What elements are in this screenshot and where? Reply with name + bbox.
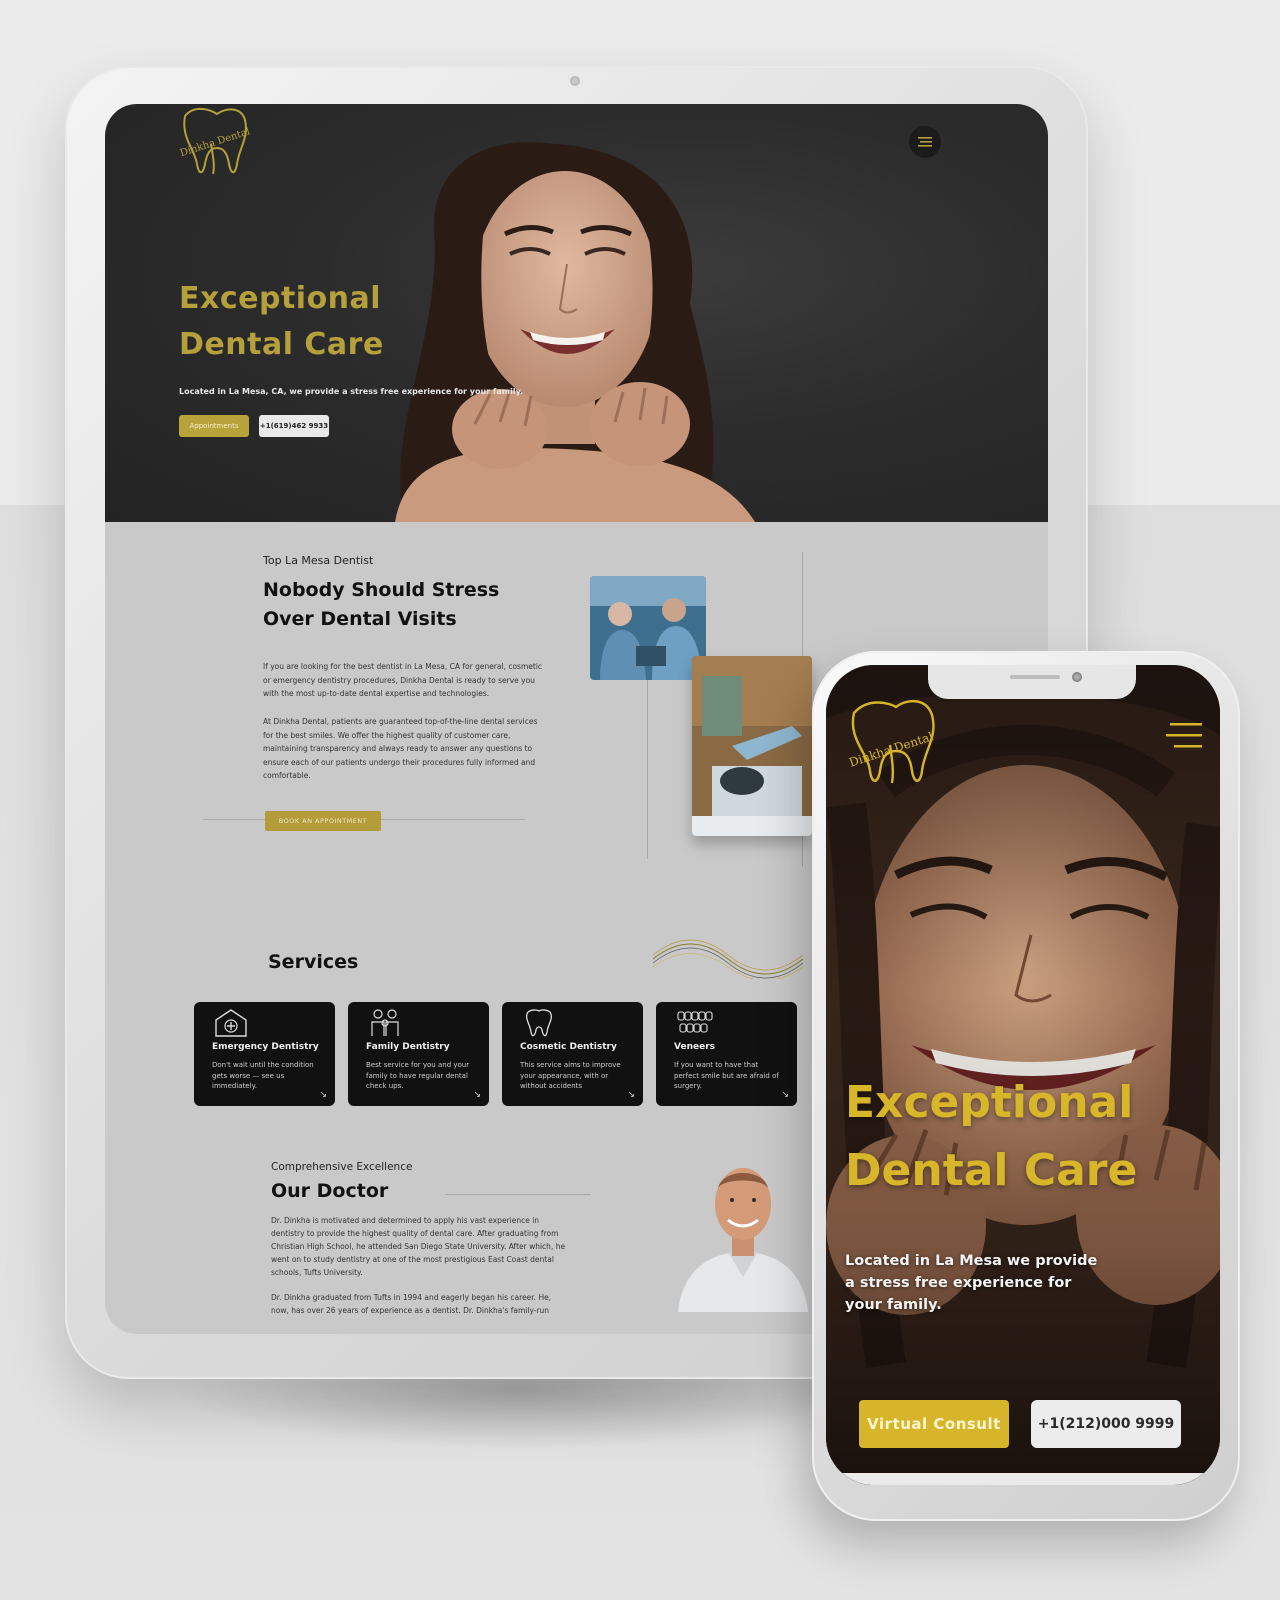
- tablet-logo[interactable]: Dinkha Dental: [173, 104, 253, 184]
- arrow-icon: ↘: [473, 1090, 481, 1100]
- arrow-icon: ↘: [627, 1090, 635, 1100]
- service-card-title: Emergency Dentistry: [212, 1042, 319, 1052]
- hero-title-line2: Dental Care: [179, 327, 384, 362]
- tablet-camera: [570, 76, 580, 86]
- about-title-line1: Nobody Should Stress: [263, 579, 500, 601]
- phone-number-button[interactable]: +1(619)462 9933: [259, 415, 329, 437]
- phone-bottom-bar: [826, 1473, 1220, 1485]
- tooth-logo-icon: Dinkha Dental: [179, 108, 252, 175]
- doctor-portrait: [678, 1168, 808, 1312]
- phone-notch: [928, 665, 1136, 699]
- about-paragraph-1: If you are looking for the best dentist …: [263, 662, 543, 698]
- about-paragraph-2: At Dinkha Dental, patients are guarantee…: [263, 717, 538, 780]
- tablet-hero-subtitle: Located in La Mesa, CA, we provide a str…: [179, 387, 524, 396]
- decor-vertical-line: [647, 674, 648, 859]
- about-title-line2: Over Dental Visits: [263, 608, 457, 630]
- tablet-menu-button[interactable]: [909, 126, 941, 158]
- service-card-cosmetic[interactable]: Cosmetic Dentistry This service aims to …: [502, 1002, 643, 1106]
- appointments-button[interactable]: Appointments: [179, 415, 249, 437]
- doctor-title: Our Doctor: [271, 1180, 389, 1202]
- tooth-icon: [525, 1009, 553, 1037]
- hero-title-line1: Exceptional: [179, 281, 382, 316]
- doctor-paragraph-1: Dr. Dinkha is motivated and determined t…: [271, 1216, 566, 1277]
- phone-hero-title: Exceptional Dental Care: [845, 1069, 1215, 1205]
- phone-screen: Dinkha Dental Exceptional Dental Care Lo…: [826, 665, 1220, 1485]
- services-title: Services: [268, 951, 359, 973]
- service-card-title: Cosmetic Dentistry: [520, 1042, 617, 1052]
- arrow-icon: ↘: [781, 1090, 789, 1100]
- phone-title-line1: Exceptional: [845, 1077, 1134, 1128]
- about-title: Nobody Should Stress Over Dental Visits: [263, 576, 543, 634]
- front-camera: [1072, 672, 1082, 682]
- service-card-desc: If you want to have that perfect smile b…: [674, 1061, 779, 1090]
- family-icon: [371, 1009, 399, 1036]
- phone-hero-subtitle: Located in La Mesa we provide a stress f…: [845, 1253, 1098, 1313]
- doctor-kicker: Comprehensive Excellence: [271, 1161, 413, 1173]
- service-card-emergency[interactable]: Emergency Dentistry Don't wait until the…: [194, 1002, 335, 1106]
- veneers-icon: [677, 1011, 713, 1033]
- book-appointment-button[interactable]: BOOK AN APPOINTMENT: [265, 811, 381, 831]
- service-card-desc: Don't wait until the condition gets wors…: [212, 1061, 314, 1090]
- hospital-icon: [215, 1009, 247, 1037]
- phone-call-button[interactable]: +1(212)000 9999: [1031, 1400, 1181, 1448]
- hamburger-icon: [918, 137, 932, 147]
- service-card-desc: This service aims to improve your appear…: [520, 1061, 621, 1090]
- about-kicker: Top La Mesa Dentist: [263, 554, 374, 567]
- virtual-consult-button[interactable]: Virtual Consult: [859, 1400, 1009, 1448]
- divider-line: [445, 1194, 591, 1195]
- service-card-desc: Best service for you and your family to …: [366, 1061, 470, 1090]
- tablet-hero: Dinkha Dental Exceptional Dental Care Lo…: [105, 104, 1048, 522]
- doctor-paragraph-2: Dr. Dinkha graduated from Tufts in 1994 …: [271, 1293, 552, 1315]
- hamburger-icon[interactable]: [1166, 723, 1202, 749]
- tablet-hero-title: Exceptional Dental Care: [179, 276, 499, 368]
- phone-device: Dinkha Dental Exceptional Dental Care Lo…: [812, 651, 1240, 1521]
- phone-title-line2: Dental Care: [845, 1145, 1138, 1196]
- service-card-family[interactable]: Family Dentistry Best service for you an…: [348, 1002, 489, 1106]
- service-card-veneers[interactable]: Veneers If you want to have that perfect…: [656, 1002, 797, 1106]
- service-card-title: Veneers: [674, 1042, 715, 1052]
- decor-wave: [653, 939, 803, 979]
- service-card-title: Family Dentistry: [366, 1042, 450, 1052]
- speaker-grille: [1010, 675, 1060, 679]
- dental-team-photo: [590, 576, 706, 680]
- phone-tooth-logo-icon[interactable]: Dinkha Dental: [842, 695, 942, 795]
- dental-patient-photo: [692, 656, 812, 836]
- arrow-icon: ↘: [319, 1090, 327, 1100]
